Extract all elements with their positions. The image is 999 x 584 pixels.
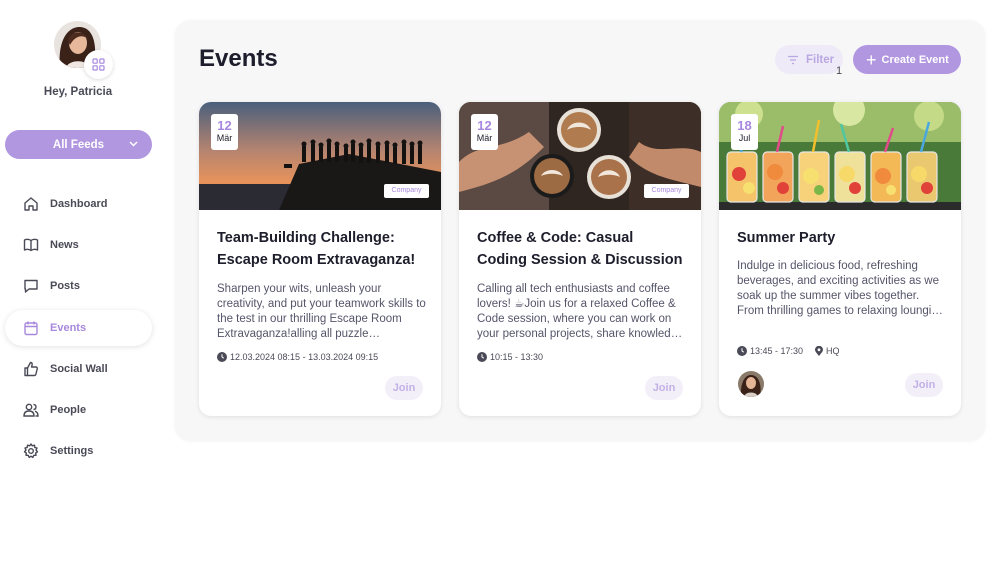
create-event-label: Create Event <box>881 53 949 66</box>
all-feeds-label: All Feeds <box>52 138 105 151</box>
event-day: 18 <box>737 118 752 133</box>
plus-icon: + <box>866 49 877 70</box>
clock-icon <box>477 352 487 362</box>
event-month: Mär <box>476 133 493 143</box>
people-icon <box>22 401 39 418</box>
date-badge: 12 Mär <box>211 114 238 150</box>
sidebar-item-label: News <box>50 239 79 252</box>
event-title: Coffee & Code: Casual Coding Session & D… <box>477 230 683 268</box>
profile-area <box>54 21 114 79</box>
chevron-down-icon <box>129 141 138 147</box>
filter-count-badge: 1 <box>836 65 843 77</box>
calendar-icon <box>22 319 39 336</box>
location-pin-icon <box>815 346 824 356</box>
sidebar-nav: Dashboard News Posts Events Social Wall <box>0 186 160 474</box>
event-month: Jul <box>738 133 751 143</box>
event-time: 12.03.2024 08:15 - 13.03.2024 09:15 <box>230 352 379 362</box>
filter-label: Filter <box>806 53 835 66</box>
sidebar-item-posts[interactable]: Posts <box>0 268 160 304</box>
thumbs-up-icon <box>22 360 39 377</box>
event-time-row: 10:15 - 13:30 <box>477 352 543 362</box>
grid-icon <box>92 58 105 71</box>
events-panel: Events Filter 1 + Create Event 12 Mär Co… <box>175 20 985 440</box>
sidebar-item-dashboard[interactable]: Dashboard <box>0 186 160 222</box>
all-feeds-dropdown[interactable]: All Feeds <box>5 130 152 159</box>
book-icon <box>22 237 39 254</box>
join-button[interactable]: Join <box>645 376 683 400</box>
filter-button[interactable]: Filter <box>775 45 843 74</box>
clock-icon <box>217 352 227 362</box>
page-title: Events <box>199 45 278 72</box>
sidebar-item-settings[interactable]: Settings <box>0 433 160 469</box>
event-time: 10:15 - 13:30 <box>490 352 544 362</box>
attendee-avatar[interactable] <box>738 371 764 397</box>
event-title: Summer Party <box>737 230 836 246</box>
join-button[interactable]: Join <box>385 376 423 400</box>
category-tag: Company <box>644 184 689 198</box>
event-card[interactable]: 18 Jul Summer Party Indulge in delicious… <box>719 102 961 416</box>
date-badge: 18 Jul <box>731 114 758 150</box>
event-time: 13:45 - 17:30 <box>750 346 804 356</box>
filter-icon <box>788 55 798 64</box>
create-event-button[interactable]: + Create Event <box>853 45 961 74</box>
event-card[interactable]: 12 Mär Company Team-Building Challenge: … <box>199 102 441 416</box>
home-icon <box>22 196 39 213</box>
join-button[interactable]: Join <box>905 373 943 397</box>
sidebar-item-social-wall[interactable]: Social Wall <box>0 351 160 387</box>
event-location: HQ <box>826 346 840 356</box>
event-month: Mär <box>216 133 233 143</box>
sidebar-item-label: Dashboard <box>50 198 108 210</box>
event-time-row: 12.03.2024 08:15 - 13.03.2024 09:15 <box>217 352 378 362</box>
gear-icon <box>22 443 39 460</box>
date-badge: 12 Mär <box>471 114 498 150</box>
sidebar-item-news[interactable]: News <box>0 227 160 263</box>
sidebar-item-label: Posts <box>50 280 80 293</box>
sidebar-item-label: Settings <box>50 445 94 458</box>
sidebar: Hey, Patricia All Feeds Dashboard News P… <box>0 0 160 584</box>
sidebar-item-events[interactable]: Events <box>5 309 152 346</box>
event-card[interactable]: 12 Mär Company Coffee & Code: Casual Cod… <box>459 102 701 416</box>
sidebar-item-label: Social Wall <box>50 362 108 375</box>
event-description: Indulge in delicious food, refreshing be… <box>737 260 945 317</box>
sidebar-item-label: People <box>50 403 87 416</box>
event-time-row: 13:45 - 17:30 HQ <box>737 346 840 356</box>
sidebar-item-label: Events <box>50 321 87 334</box>
category-tag: Company <box>384 184 429 198</box>
event-description: Sharpen your wits, unleash your creativi… <box>217 283 426 340</box>
event-description: Calling all tech enthusiasts and coffee … <box>477 283 684 340</box>
chat-icon <box>22 278 39 295</box>
event-day: 12 <box>477 118 492 133</box>
sidebar-item-people[interactable]: People <box>0 392 160 428</box>
event-day: 12 <box>217 118 232 133</box>
event-title: Team-Building Challenge: Escape Room Ext… <box>217 230 416 268</box>
greeting-text: Hey, Patricia <box>43 86 113 98</box>
grid-badge[interactable] <box>84 50 113 79</box>
clock-icon <box>737 346 747 356</box>
